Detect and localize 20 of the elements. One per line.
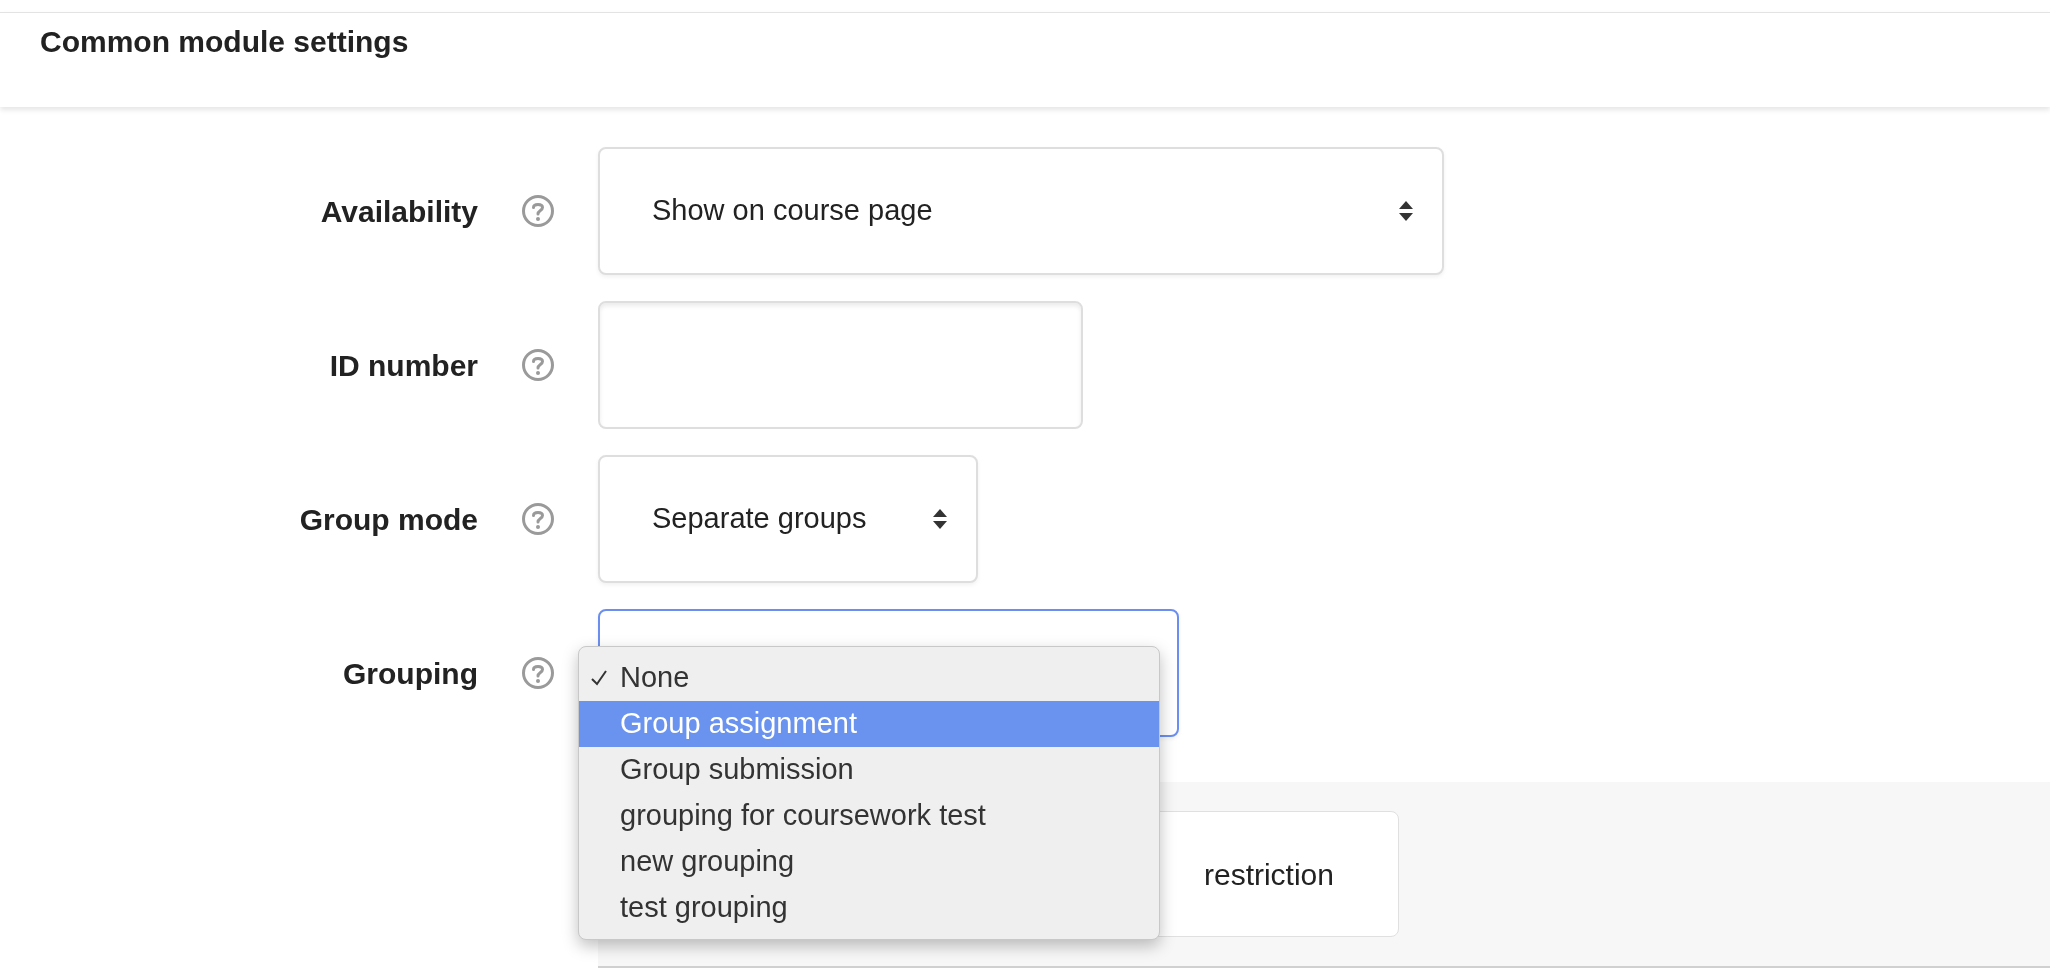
select-field[interactable]: Show on course page xyxy=(598,147,1444,275)
up-down-caret-icon xyxy=(932,508,948,530)
field-label: Grouping xyxy=(343,655,478,692)
select-field[interactable]: Separate groups xyxy=(598,455,978,583)
up-down-caret-icon xyxy=(1398,200,1414,222)
help-icon[interactable] xyxy=(521,194,555,228)
dropdown-option[interactable]: None xyxy=(579,655,1159,701)
section-title: Common module settings xyxy=(40,25,409,58)
field-label: Availability xyxy=(320,193,478,230)
dropdown-option[interactable]: new grouping xyxy=(579,839,1159,885)
help-icon[interactable] xyxy=(521,656,555,690)
dropdown-option[interactable]: grouping for coursework test xyxy=(579,793,1159,839)
field-label: Group mode xyxy=(299,501,478,538)
help-icon[interactable] xyxy=(521,502,555,536)
input-field[interactable] xyxy=(598,301,1083,429)
dropdown-option[interactable]: Group submission xyxy=(579,747,1159,793)
field-label: ID number xyxy=(329,347,478,384)
dropdown-option[interactable]: test grouping xyxy=(579,885,1159,931)
help-icon[interactable] xyxy=(521,348,555,382)
check-icon xyxy=(590,669,608,687)
